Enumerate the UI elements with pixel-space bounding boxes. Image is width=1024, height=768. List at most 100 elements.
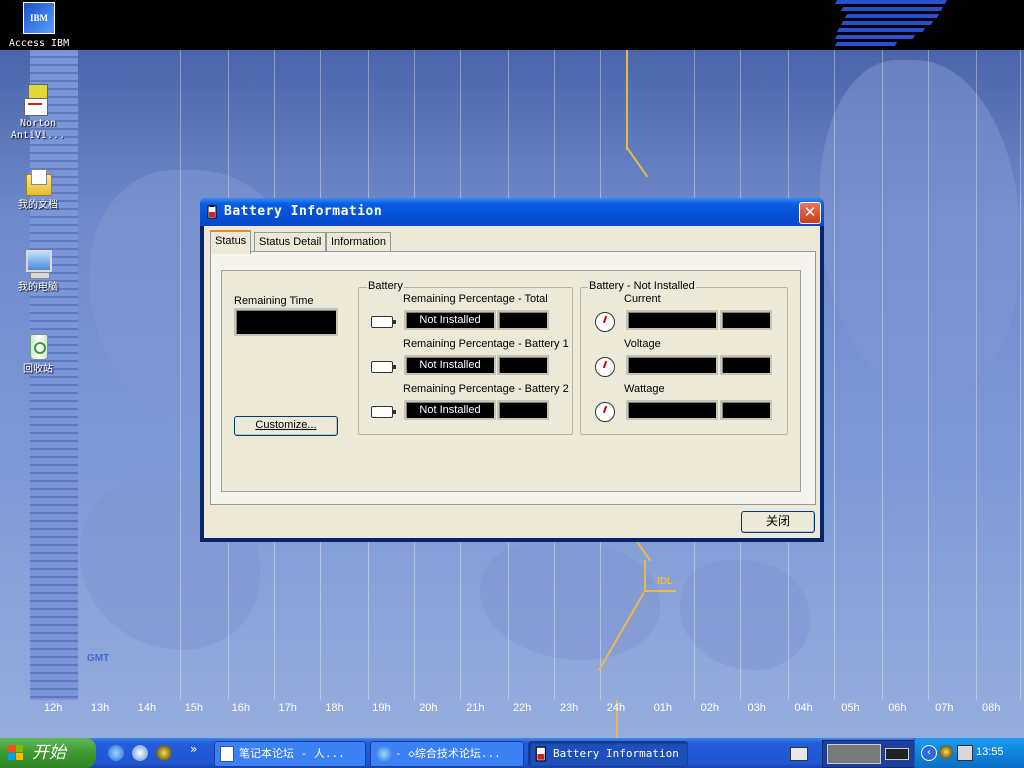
window-title: Battery Information [224, 204, 383, 219]
date-line [644, 590, 676, 592]
hour-label: 08h [982, 702, 1001, 714]
gauge-icon [595, 402, 615, 422]
map-continent [480, 540, 660, 660]
remaining-time-label: Remaining Time [234, 295, 314, 307]
hour-label: 01h [653, 702, 673, 714]
current-label: Current [624, 293, 661, 305]
ibm-icon-text: IBM [30, 13, 48, 23]
battery-row-label: Remaining Percentage - Total [403, 293, 548, 305]
battery-app-icon [535, 746, 546, 762]
hour-label: 04h [794, 702, 813, 714]
battery-icon [371, 361, 396, 373]
quicklaunch-more-icon[interactable]: » [190, 742, 197, 756]
hour-label: 12h [44, 702, 63, 714]
taskbar-window-battery-information[interactable]: Battery Information [528, 741, 688, 767]
battery-group: Battery Remaining Percentage - Total Not… [358, 280, 573, 435]
start-label: 开始 [32, 743, 66, 763]
qq-tray-icon[interactable] [939, 745, 953, 759]
map-continent [680, 560, 810, 670]
desktop-icon-recycle-bin[interactable]: 回收站 [6, 330, 70, 376]
wattage-extra [720, 400, 772, 420]
my-documents-icon [22, 166, 54, 198]
customize-button[interactable]: Customize... [234, 416, 338, 436]
tab-status[interactable]: Status [210, 230, 252, 254]
start-button[interactable]: 开始 [0, 738, 96, 768]
hour-label: 22h [513, 702, 532, 714]
battery-app-icon [207, 205, 217, 219]
qq-icon[interactable] [156, 745, 172, 761]
map-continent [820, 60, 1020, 400]
hour-label: 23h [559, 702, 579, 714]
browser-window-icon [376, 746, 392, 762]
current-value [626, 310, 718, 330]
norton-antivirus-icon [22, 84, 54, 116]
close-dialog-button[interactable]: 关闭 [741, 511, 815, 533]
hour-label: 14h [137, 702, 157, 714]
hour-label: 16h [231, 702, 250, 714]
access-ibm-label: Access IBM [8, 38, 70, 49]
battery-total-value: Not Installed [404, 310, 496, 330]
taskbar-window-label: Battery Information [553, 747, 679, 760]
status-inner-panel: Remaining Time Customize... Battery Rema… [221, 270, 801, 492]
recycle-bin-icon [22, 330, 54, 362]
hour-label: 24h [606, 702, 626, 714]
desktop-icon-my-documents[interactable]: 我的文档 [6, 166, 70, 212]
show-desktop-icon[interactable] [132, 745, 148, 761]
hour-label: 17h [278, 702, 297, 714]
gmt-label: GMT [87, 653, 110, 664]
tray-expand-icon[interactable]: ‹ [921, 745, 937, 761]
taskbar-window-label: - ◇综合技术论坛... [395, 747, 501, 760]
wattage-label: Wattage [624, 383, 665, 395]
battery-information-window: Battery Information ✕ Status Status Deta… [200, 198, 824, 542]
battery-status-group-title: Battery - Not Installed [588, 280, 696, 292]
network-icon[interactable] [957, 745, 973, 761]
tab-information[interactable]: Information [326, 232, 392, 252]
ibm-logo [834, 0, 948, 48]
remaining-time-display [234, 308, 338, 336]
close-button[interactable]: ✕ [799, 202, 821, 224]
hour-label: 02h [700, 702, 719, 714]
icon-label: 回收站 [23, 364, 53, 375]
hour-label: 03h [747, 702, 766, 714]
icon-label: 我的电脑 [18, 282, 58, 293]
dialog-client-area: Status Status Detail Information Remaini… [204, 226, 820, 538]
windows-flag-icon [8, 745, 23, 760]
power-plug-icon [885, 748, 909, 760]
battery-status-group: Battery - Not Installed Current Voltage … [580, 280, 788, 435]
battery-meter-bar [827, 744, 881, 764]
idl-label: IDL [657, 576, 674, 587]
date-line [636, 540, 652, 562]
tab-label: Status [215, 235, 247, 247]
close-icon: ✕ [803, 203, 817, 221]
voltage-label: Voltage [624, 338, 661, 350]
tab-status-detail[interactable]: Status Detail [254, 232, 327, 252]
hour-label: 19h [372, 702, 391, 714]
hour-label: 15h [184, 702, 204, 714]
desktop-icon-my-computer[interactable]: 我的电脑 [6, 248, 70, 294]
battery-1-extra [497, 355, 549, 375]
hour-label: 06h [888, 702, 907, 714]
battery-total-extra [497, 310, 549, 330]
battery-meter-toolbar[interactable] [822, 740, 916, 768]
keyboard-icon[interactable] [790, 747, 808, 761]
battery-group-title: Battery [367, 280, 404, 292]
taskbar-window-forum-1[interactable]: 笔记本论坛 - 人... [214, 741, 366, 767]
hour-label: 07h [935, 702, 954, 714]
battery-icon [371, 406, 396, 418]
access-ibm-shortcut[interactable]: IBM Access IBM [6, 0, 72, 50]
date-line [644, 560, 646, 590]
voltage-value [626, 355, 718, 375]
wattage-value [626, 400, 718, 420]
close-dialog-button-label: 关闭 [765, 514, 790, 528]
tab-label: Status Detail [259, 236, 322, 248]
desktop-icon-norton[interactable]: Norton AntiVi... [6, 84, 70, 142]
hour-label: 05h [841, 702, 860, 714]
gauge-icon [595, 357, 615, 377]
icon-label: Norton [19, 118, 57, 129]
document-window-icon [220, 746, 234, 762]
internet-explorer-icon[interactable] [108, 745, 124, 761]
taskbar-window-forum-2[interactable]: - ◇综合技术论坛... [370, 741, 524, 767]
title-bar[interactable]: Battery Information ✕ [200, 198, 824, 226]
battery-1-value: Not Installed [404, 355, 496, 375]
clock[interactable]: 13:55 [976, 746, 1004, 758]
